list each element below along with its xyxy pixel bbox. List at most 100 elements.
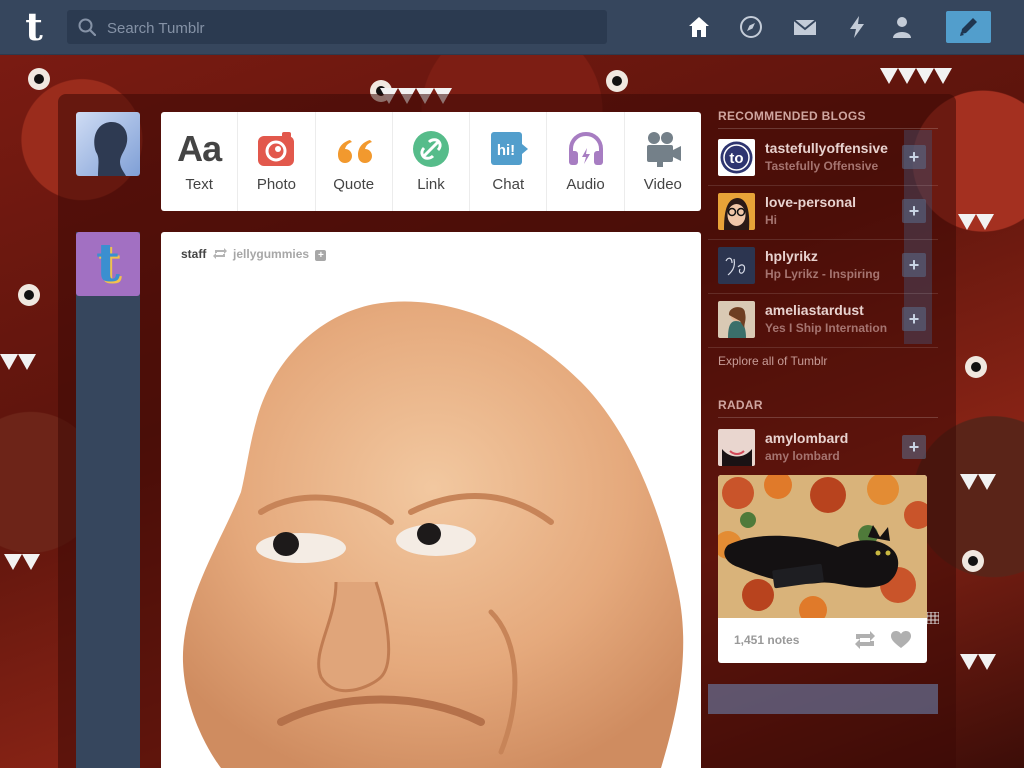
post-type-label: Link [417, 176, 445, 193]
background-tooth [960, 474, 978, 490]
search-box[interactable] [67, 10, 607, 46]
post-photo[interactable] [161, 282, 701, 768]
compose-button[interactable] [946, 11, 991, 43]
post-type-label: Chat [492, 176, 525, 193]
lightning-icon[interactable] [845, 15, 869, 39]
blog-name: hplyrikz [765, 248, 818, 264]
background-tooth [22, 554, 40, 570]
svg-text:hi!: hi! [497, 142, 515, 159]
recommended-blog-item[interactable]: to tastefullyoffensive Tastefully Offens… [708, 131, 938, 186]
follow-button[interactable]: + [902, 307, 926, 331]
blog-description: amy lombard [765, 449, 840, 463]
post-type-photo[interactable]: Photo [238, 112, 316, 211]
follow-button[interactable]: + [902, 435, 926, 459]
compass-icon[interactable] [739, 15, 763, 39]
face-pupil [273, 532, 299, 556]
blog-avatar: to [718, 139, 755, 176]
mail-icon[interactable] [793, 15, 817, 39]
blog-description: Hi [765, 213, 777, 227]
background-eye [18, 284, 40, 306]
face-eye [256, 533, 346, 563]
blog-avatar [718, 301, 755, 338]
quote-icon [337, 140, 372, 163]
follow-button[interactable]: + [902, 253, 926, 277]
blog-name: love-personal [765, 194, 857, 210]
dashboard-post: staff jellygummies + [161, 232, 701, 768]
background-tooth [978, 474, 996, 490]
search-icon [78, 18, 96, 36]
chat-icon: hi! [491, 132, 529, 165]
top-navbar: t [0, 0, 1024, 55]
radar-title: RADAR [718, 398, 938, 418]
post-type-label: Video [643, 176, 682, 193]
post-type-video[interactable]: Video [625, 112, 701, 211]
search-input[interactable] [105, 10, 599, 46]
reblog-icon[interactable] [854, 631, 876, 649]
link-icon [412, 131, 449, 167]
blog-description: Tastefully Offensive [765, 159, 879, 173]
svg-text:to: to [729, 150, 743, 167]
background-tooth [916, 68, 934, 84]
follow-plus-icon[interactable]: + [315, 250, 327, 261]
tumblr-logo[interactable]: t [17, 8, 51, 48]
reblog-icon [212, 248, 227, 259]
background-tooth [4, 554, 22, 570]
background-tooth [958, 214, 976, 230]
post-type-label: Text [185, 176, 213, 193]
blog-avatar [718, 193, 755, 230]
my-avatar[interactable] [76, 112, 140, 176]
radar-photo[interactable] [718, 475, 927, 618]
recommended-blogs-title: RECOMMENDED BLOGS [718, 109, 938, 129]
account-icon[interactable] [890, 15, 914, 39]
post-type-link[interactable]: Link [393, 112, 471, 211]
video-camera-icon [646, 132, 681, 167]
background-eye [28, 68, 50, 90]
post-type-chat[interactable]: hi! Chat [470, 112, 548, 211]
blog-name: amylombard [765, 430, 849, 446]
face-pupil [417, 523, 441, 545]
background-tooth [18, 354, 36, 370]
background-tooth [898, 68, 916, 84]
radar-blog-item[interactable]: amylombard amy lombard + [708, 421, 938, 475]
post-type-audio[interactable]: Audio [547, 112, 625, 211]
silhouette-icon [94, 121, 128, 176]
camera-icon [258, 132, 295, 166]
post-author-link[interactable]: staff [181, 247, 206, 261]
recommended-blog-item[interactable]: hplyrikz Hp Lyrikz - Inspiring + [708, 239, 938, 294]
background-eye [962, 550, 984, 572]
staff-avatar[interactable]: t [76, 232, 140, 296]
text-icon: Aa [177, 128, 222, 169]
blog-description: Hp Lyrikz - Inspiring [765, 267, 880, 281]
blog-avatar [718, 247, 755, 284]
explore-link[interactable]: Explore all of Tumblr [718, 354, 827, 368]
background-tooth [934, 68, 952, 84]
grid-icon[interactable] [927, 612, 939, 624]
heart-icon[interactable] [891, 631, 911, 649]
background-tooth [978, 654, 996, 670]
background-tooth [960, 654, 978, 670]
recommended-blog-item[interactable]: love-personal Hi + [708, 185, 938, 240]
background-tooth [0, 354, 18, 370]
notes-count[interactable]: 1,451 notes [734, 633, 799, 647]
post-type-label: Quote [333, 176, 375, 193]
follow-button[interactable]: + [902, 145, 926, 169]
background-tooth [976, 214, 994, 230]
blog-name: tastefullyoffensive [765, 140, 888, 156]
headphones-icon [568, 131, 603, 165]
tumblr-t-logo: t [95, 233, 121, 294]
reblogged-from-link[interactable]: jellygummies [233, 247, 309, 261]
follow-button[interactable]: + [902, 199, 926, 223]
post-author-rail [76, 232, 140, 768]
home-icon[interactable] [687, 15, 711, 39]
recommended-blog-item[interactable]: ameliastardust Yes I Ship Internation + [708, 293, 938, 348]
blog-description: Yes I Ship Internation [765, 321, 888, 335]
background-eye [606, 70, 628, 92]
pencil-icon [960, 18, 977, 36]
post-type-label: Photo [256, 176, 297, 193]
post-type-label: Audio [566, 176, 605, 193]
radar-post-card: 1,451 notes [718, 475, 927, 663]
post-type-quote[interactable]: Quote [316, 112, 393, 211]
sidebar-bottom-panel [708, 684, 938, 714]
background-tooth [880, 68, 898, 84]
post-type-text[interactable]: Aa Text [161, 112, 239, 211]
